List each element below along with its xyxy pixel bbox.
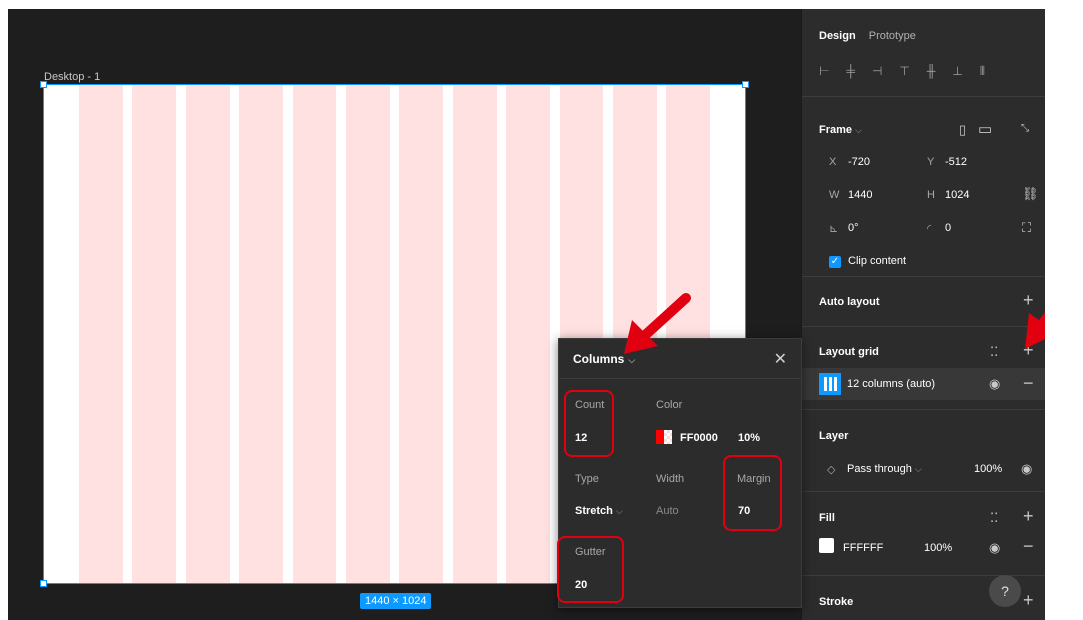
grid-column bbox=[399, 85, 444, 583]
blend-mode-icon: ◇ bbox=[827, 464, 836, 476]
red-arrow-icon bbox=[1025, 312, 1045, 349]
auto-layout-section: Auto layout + bbox=[802, 276, 1045, 326]
layer-section: Layer ◇ Pass through ⌵ 100% ◉ bbox=[802, 409, 1045, 491]
margin-highlight-box bbox=[723, 455, 782, 531]
columns-grid-icon[interactable] bbox=[819, 373, 841, 395]
grid-column bbox=[292, 85, 337, 583]
auto-layout-title: Auto layout bbox=[819, 296, 880, 308]
w-input[interactable]: 1440 bbox=[848, 189, 872, 201]
layout-grid-item-label[interactable]: 12 columns (auto) bbox=[847, 378, 935, 390]
layer-opacity-input[interactable]: 100% bbox=[974, 463, 1002, 475]
red-arrow-icon bbox=[624, 293, 691, 354]
rotation-icon: ⊾ bbox=[829, 223, 839, 235]
figma-window: Desktop - 1 1440 × 1024 Design Prototype… bbox=[8, 9, 1045, 620]
remove-layout-grid-icon[interactable]: − bbox=[1023, 373, 1034, 394]
properties-panel: Design Prototype ⊢ ╪ ⊣ ⊤ ╫ ⊥ ⫴ Frame ⌵ ▯… bbox=[801, 9, 1045, 620]
clip-content-label: Clip content bbox=[848, 255, 907, 267]
align-right-icon[interactable]: ⊣ bbox=[872, 64, 882, 79]
fill-color-swatch[interactable] bbox=[819, 538, 834, 553]
tab-prototype[interactable]: Prototype bbox=[869, 30, 916, 42]
h-input[interactable]: 1024 bbox=[945, 189, 969, 201]
frame-section-title[interactable]: Frame ⌵ bbox=[819, 124, 862, 136]
type-label: Type bbox=[575, 473, 599, 485]
alignment-toolbar: ⊢ ╪ ⊣ ⊤ ╫ ⊥ ⫴ bbox=[819, 64, 985, 79]
fill-hex-input[interactable]: FFFFFF bbox=[843, 542, 883, 554]
remove-fill-icon[interactable]: − bbox=[1023, 536, 1034, 557]
x-input[interactable]: -720 bbox=[848, 156, 870, 168]
grid-styles-icon[interactable]: ⁚⁚ bbox=[990, 344, 998, 360]
layer-visibility-icon[interactable]: ◉ bbox=[1021, 461, 1032, 477]
corner-radius-icon: ◜ bbox=[927, 223, 932, 235]
color-label: Color bbox=[656, 399, 683, 411]
fill-title: Fill bbox=[819, 512, 835, 524]
width-label: Width bbox=[656, 473, 685, 485]
align-vertical-center-icon[interactable]: ╫ bbox=[927, 64, 936, 79]
add-fill-icon[interactable]: + bbox=[1023, 506, 1034, 527]
layer-title: Layer bbox=[819, 430, 849, 442]
constrain-proportions-icon[interactable]: ⛓ bbox=[1022, 186, 1039, 202]
stroke-title: Stroke bbox=[819, 596, 854, 608]
fill-styles-icon[interactable]: ⁚⁚ bbox=[990, 510, 998, 526]
width-input[interactable]: Auto bbox=[656, 505, 679, 517]
panel-tabs: Design Prototype bbox=[819, 30, 916, 42]
clip-content-checkbox[interactable]: ✓ bbox=[829, 256, 841, 268]
grid-color-hex-input[interactable]: FF0000 bbox=[680, 432, 718, 444]
resize-handle-bottom-left[interactable] bbox=[40, 580, 47, 587]
add-stroke-icon[interactable]: + bbox=[1023, 590, 1034, 611]
count-highlight-box bbox=[564, 390, 614, 457]
grid-column bbox=[132, 85, 177, 583]
blend-mode-dropdown[interactable]: Pass through ⌵ bbox=[847, 463, 922, 475]
grid-column bbox=[185, 85, 230, 583]
type-dropdown[interactable]: Stretch ⌵ bbox=[575, 505, 623, 517]
grid-color-opacity-input[interactable]: 10% bbox=[738, 432, 760, 444]
frame-name-label[interactable]: Desktop - 1 bbox=[44, 71, 100, 83]
resize-handle-top-left[interactable] bbox=[40, 81, 47, 88]
resize-to-fit-icon[interactable]: ⤡ bbox=[1021, 123, 1029, 134]
align-horizontal-center-icon[interactable]: ╪ bbox=[846, 64, 855, 79]
gutter-highlight-box bbox=[557, 536, 624, 603]
grid-column bbox=[345, 85, 390, 583]
grid-column bbox=[506, 85, 550, 583]
independent-corners-icon[interactable]: ⛶ bbox=[1022, 220, 1031, 236]
grid-column bbox=[452, 85, 497, 583]
tab-design[interactable]: Design bbox=[819, 30, 856, 42]
grid-color-swatch[interactable] bbox=[656, 430, 672, 444]
layout-grid-item[interactable]: 12 columns (auto) ◉ − bbox=[802, 368, 1045, 400]
fill-section: Fill ⁚⁚ + bbox=[802, 491, 1045, 575]
landscape-icon[interactable]: ▭ bbox=[978, 120, 992, 138]
align-bottom-icon[interactable]: ⊥ bbox=[952, 64, 962, 79]
frame-size-badge: 1440 × 1024 bbox=[360, 593, 432, 609]
align-top-icon[interactable]: ⊤ bbox=[899, 64, 909, 79]
layout-grid-title: Layout grid bbox=[819, 346, 879, 358]
x-label: X bbox=[829, 156, 837, 168]
fill-visibility-icon[interactable]: ◉ bbox=[989, 540, 1000, 556]
grid-column bbox=[239, 85, 283, 583]
corner-radius-input[interactable]: 0 bbox=[945, 222, 951, 234]
help-button[interactable]: ? bbox=[989, 575, 1021, 607]
y-label: Y bbox=[927, 156, 935, 168]
fill-opacity-input[interactable]: 100% bbox=[924, 542, 952, 554]
resize-handle-top-right[interactable] bbox=[742, 81, 749, 88]
w-label: W bbox=[829, 189, 840, 201]
align-left-icon[interactable]: ⊢ bbox=[819, 64, 829, 79]
h-label: H bbox=[927, 189, 935, 201]
frame-section: Frame ⌵ ▯ ▭ ⤡ X -720 Y -512 W 1440 H 102… bbox=[802, 96, 1045, 276]
y-input[interactable]: -512 bbox=[945, 156, 967, 168]
rotation-input[interactable]: 0° bbox=[848, 222, 859, 234]
visibility-eye-icon[interactable]: ◉ bbox=[989, 376, 1000, 392]
close-icon[interactable]: ✕ bbox=[774, 349, 787, 369]
grid-column bbox=[79, 85, 123, 583]
portrait-icon[interactable]: ▯ bbox=[959, 122, 966, 138]
distribute-icon[interactable]: ⫴ bbox=[980, 64, 985, 79]
